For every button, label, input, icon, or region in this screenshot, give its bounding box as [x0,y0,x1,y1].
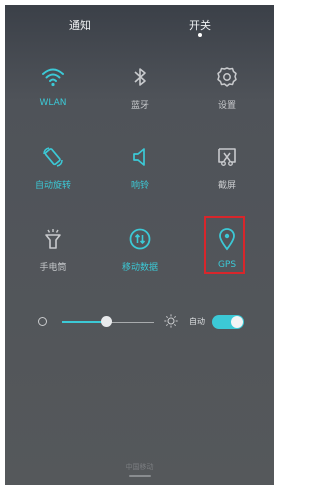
toggle-label: 蓝牙 [130,101,149,111]
carrier-label: 中国移动 [125,463,154,471]
active-tab-indicator [198,33,202,37]
gear-icon [217,67,237,87]
toggle-screenshot[interactable]: 截屏 [182,137,272,199]
toggle-bluetooth[interactable]: 蓝牙 [95,57,185,119]
quick-settings-panel: 通知 开关 WLAN 蓝牙 设置 自动旋转 响铃 截屏 手电筒 移动数据 GPS… [5,5,274,485]
tab-notifications[interactable]: 通知 [50,17,110,33]
toggle-auto-rotate[interactable]: 自动旋转 [8,137,98,199]
toggle-mobile-data[interactable]: 移动数据 [95,219,185,281]
brightness-high-icon [164,314,178,328]
panel-tabs: 通知 开关 [5,5,274,47]
toggle-flashlight[interactable]: 手电筒 [8,219,98,281]
bluetooth-icon [134,68,146,86]
toggle-settings[interactable]: 设置 [182,57,272,119]
brightness-slider-thumb[interactable] [101,316,112,327]
gps-highlight-box [204,216,245,274]
screenshot-icon [218,148,236,166]
brightness-low-icon [38,317,47,326]
toggle-label: 截屏 [217,181,236,191]
toggle-wlan[interactable]: WLAN [8,57,98,119]
wifi-icon [42,68,64,87]
toggle-knob [231,316,243,328]
toggle-ring[interactable]: 响铃 [95,137,185,199]
tab-switches[interactable]: 开关 [170,17,230,33]
drag-handle[interactable] [129,475,151,477]
speaker-icon [133,148,145,166]
flashlight-icon [45,229,61,249]
toggle-label: 自动旋转 [34,181,71,191]
rotate-icon [43,147,63,167]
toggle-label: 移动数据 [121,263,158,273]
brightness-control: 自动 [5,313,274,335]
auto-brightness-toggle[interactable] [212,315,244,329]
auto-brightness-label: 自动 [189,317,205,326]
toggle-label: 设置 [217,101,236,111]
toggle-label: WLAN [39,98,67,108]
mobile-data-icon [129,228,151,250]
toggle-label: 响铃 [130,181,149,191]
toggle-label: 手电筒 [39,263,67,273]
